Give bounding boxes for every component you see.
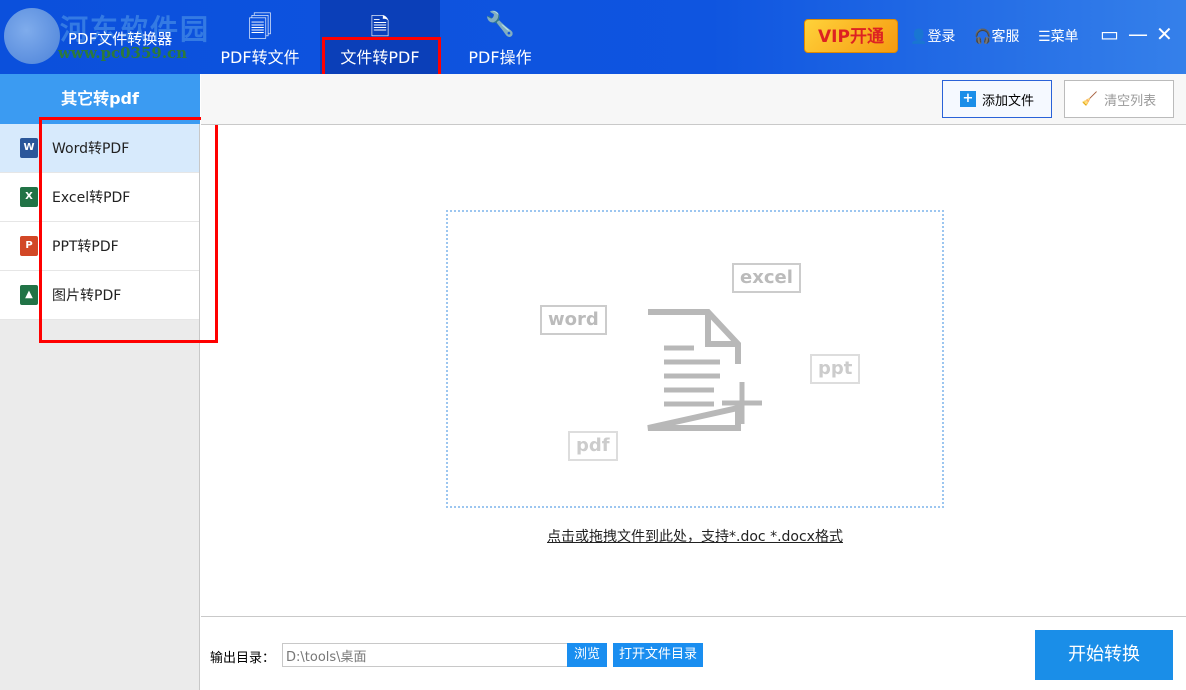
menu-button[interactable]: ☰菜单 — [1038, 26, 1079, 46]
user-icon: 👤 — [910, 29, 928, 45]
wrench-icon: 🔧 — [485, 10, 515, 38]
drop-zone[interactable]: word excel ppt pdf — [446, 210, 944, 508]
minimize-button[interactable]: — — [1128, 22, 1148, 46]
toolbar: + 添加文件 🧹 清空列表 — [201, 74, 1186, 125]
file-to-pdf-icon: 🗎 — [370, 13, 390, 41]
logo — [4, 8, 60, 64]
tab-file-to-pdf[interactable]: 🗎 文件转PDF — [320, 0, 440, 74]
clear-list-button[interactable]: 🧹 清空列表 — [1064, 80, 1174, 118]
watermark-url: www.pc0359.cn — [58, 44, 188, 62]
header: 河东软件园 PDF文件转换器 www.pc0359.cn 🗐 PDF转文件 🗎 文件… — [0, 0, 1186, 74]
login-button[interactable]: 👤登录 — [910, 26, 955, 46]
tag-pdf: pdf — [568, 431, 618, 461]
excel-icon: X — [20, 187, 38, 207]
sidebar-item-image[interactable]: ▲ 图片转PDF — [0, 271, 199, 320]
bottom-bar: 输出目录： 浏览 打开文件目录 开始转换 — [201, 616, 1186, 690]
word-icon: W — [20, 138, 38, 158]
output-dir-label: 输出目录： — [210, 651, 276, 666]
tab-pdf-operations[interactable]: 🔧 PDF操作 — [440, 0, 560, 74]
add-document-icon — [647, 309, 762, 431]
sidebar: W Word转PDF X Excel转PDF P PPT转PDF ▲ 图片转PDF — [0, 124, 200, 690]
sidebar-item-excel[interactable]: X Excel转PDF — [0, 173, 199, 222]
image-icon: ▲ — [20, 285, 38, 305]
service-button[interactable]: 🎧客服 — [974, 26, 1019, 46]
browse-button[interactable]: 浏览 — [567, 643, 607, 667]
add-file-button[interactable]: + 添加文件 — [942, 80, 1052, 118]
tag-ppt: ppt — [810, 354, 861, 384]
headset-icon: 🎧 — [974, 29, 992, 45]
tab-pdf-to-file[interactable]: 🗐 PDF转文件 — [200, 0, 320, 74]
pdf-to-file-icon: 🗐 — [248, 13, 272, 41]
sidebar-item-word[interactable]: W Word转PDF — [0, 124, 199, 173]
menu-icon: ☰ — [1038, 29, 1051, 45]
open-folder-button[interactable]: 打开文件目录 — [613, 643, 703, 667]
broom-icon: 🧹 — [1081, 91, 1099, 107]
drop-hint-link[interactable]: 点击或拖拽文件到此处，支持*.doc *.docx格式 — [446, 526, 944, 546]
tag-excel: excel — [732, 263, 801, 293]
restore-button[interactable]: ▭ — [1100, 22, 1119, 46]
close-button[interactable]: ✕ — [1156, 22, 1173, 46]
tag-word: word — [540, 305, 607, 335]
sidebar-item-ppt[interactable]: P PPT转PDF — [0, 222, 199, 271]
output-dir-input[interactable] — [282, 643, 568, 667]
vip-button[interactable]: VIP开通 — [804, 19, 898, 53]
plus-icon: + — [959, 91, 976, 107]
sidebar-title: 其它转pdf — [0, 74, 200, 124]
ppt-icon: P — [20, 236, 38, 256]
start-convert-button[interactable]: 开始转换 — [1035, 630, 1173, 680]
